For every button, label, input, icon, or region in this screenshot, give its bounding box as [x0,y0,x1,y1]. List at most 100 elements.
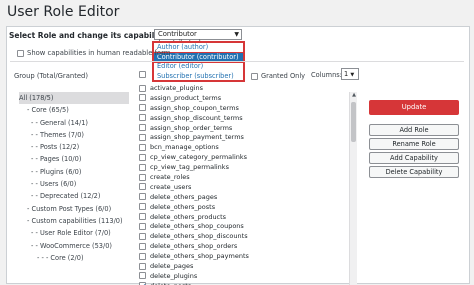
capability-label: delete_others_posts [150,202,216,211]
capability-row[interactable]: delete_others_posts [136,203,358,213]
capability-label: delete_plugins [150,271,198,280]
columns-select[interactable]: 1 ▼ [341,68,359,80]
columns-label: Columns: [311,71,342,79]
capability-label: create_roles [150,173,190,182]
capability-checkbox[interactable] [139,272,146,280]
capability-row[interactable]: assign_shop_order_terms [136,124,358,134]
capability-checkbox[interactable] [139,153,146,161]
capability-row[interactable]: delete_others_shop_discounts [136,232,358,242]
capability-checkbox[interactable] [139,114,146,122]
group-item[interactable]: All (178/5) [19,92,129,105]
human-readable-checkbox[interactable] [17,49,24,57]
capability-row[interactable]: cp_view_tag_permalinks [136,163,358,173]
select-all-checkbox[interactable] [139,71,146,78]
group-list: All (178/5) - Core (65/5) - - General (1… [19,92,129,285]
scrollbar-thumb[interactable] [351,102,356,142]
capability-checkbox[interactable] [139,222,146,230]
capability-checkbox[interactable] [139,94,146,102]
chevron-down-icon: ▼ [234,31,239,38]
capability-label: delete_others_products [150,212,227,221]
capability-label: delete_pages [150,262,194,271]
capability-label: activate_plugins [150,84,204,92]
capability-label: delete_others_shop_discounts [150,232,248,241]
capability-checkbox[interactable] [139,183,146,191]
group-item[interactable]: - - Posts (12/2) [19,141,129,153]
capability-label: assign_shop_discount_terms [150,113,243,122]
capability-checkbox[interactable] [139,262,146,270]
capability-row[interactable]: delete_others_products [136,213,358,223]
group-item[interactable]: - Custom capabilities (113/0) [19,215,129,227]
group-item[interactable]: - - General (14/1) [19,117,129,129]
capability-checkbox[interactable] [139,84,146,92]
capability-checkbox[interactable] [139,203,146,211]
group-item[interactable]: - Core (65/5) [19,104,129,116]
granted-only-toggle[interactable]: Granted Only [251,72,305,80]
capability-row[interactable]: assign_shop_discount_terms [136,114,358,124]
capability-row[interactable]: bcn_manage_options [136,143,358,153]
capability-row[interactable]: delete_others_shop_payments [136,252,358,262]
capability-checkbox[interactable] [139,173,146,181]
columns-value: 1 [344,70,349,78]
capability-row[interactable]: delete_others_shop_orders [136,242,358,252]
capability-scrollbar[interactable]: ▲ [349,92,357,285]
capability-checkbox[interactable] [139,242,146,250]
capability-checkbox[interactable] [139,104,146,112]
group-column-header: Group (Total/Granted) [14,72,89,80]
capability-label: bcn_manage_options [150,143,219,152]
capability-checkbox[interactable] [139,133,146,141]
capability-label: assign_product_terms [150,93,222,102]
scroll-up-icon[interactable]: ▲ [350,92,358,98]
group-item[interactable]: - - Pages (10/0) [19,153,129,165]
capability-row[interactable]: cp_view_category_permalinks [136,153,358,163]
capability-checkbox[interactable] [139,193,146,201]
capability-label: cp_view_category_permalinks [150,153,248,162]
group-item[interactable]: - - Themes (7/0) [19,129,129,141]
update-button[interactable]: Update [369,100,459,115]
capability-label: delete_others_shop_orders [150,242,238,251]
capability-row[interactable]: create_users [136,183,358,193]
rename-role-button[interactable]: Rename Role [369,138,459,150]
group-item[interactable]: - - WooCommerce (53/0) [19,240,129,252]
capability-label: delete_others_shop_payments [150,252,249,261]
capability-row[interactable]: create_roles [136,173,358,183]
capability-label: cp_view_tag_permalinks [150,163,229,172]
add-capability-button[interactable]: Add Capability [369,152,459,164]
group-item[interactable]: - - Deprecated (12/2) [19,190,129,202]
capability-checkbox[interactable] [139,213,146,221]
capability-row[interactable]: delete_plugins [136,272,358,282]
capability-list: activate_plugins assign_product_terms as… [136,84,358,285]
human-readable-toggle[interactable]: Show capabilities in human readable form [17,49,170,57]
group-item[interactable]: - Custom Post Types (6/0) [19,203,129,215]
capability-row[interactable]: assign_product_terms [136,94,358,104]
granted-only-label: Granted Only [261,72,306,80]
delete-capability-button[interactable]: Delete Capability [369,166,459,178]
capability-row[interactable]: delete_others_shop_coupons [136,222,358,232]
capability-row[interactable]: activate_plugins [136,84,358,94]
capability-row[interactable]: assign_shop_payment_terms [136,133,358,143]
capability-checkbox[interactable] [139,124,146,132]
capability-label: delete_others_shop_coupons [150,222,244,231]
group-item[interactable]: - - User Role Editor (7/0) [19,227,129,239]
role-select-label: Select Role and change its capabilities: [9,31,176,40]
page-title: User Role Editor [7,4,120,20]
group-item[interactable]: - - - Core (2/0) [19,252,129,264]
group-item[interactable]: - - Plugins (6/0) [19,166,129,178]
capability-label: assign_shop_payment_terms [150,133,244,142]
human-readable-label: Show capabilities in human readable form [27,49,171,57]
role-select[interactable]: Contributor (contributor) ▼ [154,29,242,47]
chevron-down-icon: ▼ [350,72,355,78]
capability-row[interactable]: delete_others_pages [136,193,358,203]
granted-only-checkbox[interactable] [251,72,258,80]
divider [10,61,464,62]
group-item[interactable]: - - Users (6/0) [19,178,129,190]
capability-checkbox[interactable] [139,252,146,260]
capability-checkbox[interactable] [139,163,146,171]
capability-row[interactable]: delete_pages [136,262,358,272]
capability-row[interactable]: assign_shop_coupon_terms [136,104,358,114]
capability-label: assign_shop_coupon_terms [150,103,239,112]
add-role-button[interactable]: Add Role [369,124,459,136]
capability-label: assign_shop_order_terms [150,123,233,132]
capability-label: delete_others_pages [150,192,218,201]
capability-checkbox[interactable] [139,143,146,151]
capability-checkbox[interactable] [139,232,146,240]
